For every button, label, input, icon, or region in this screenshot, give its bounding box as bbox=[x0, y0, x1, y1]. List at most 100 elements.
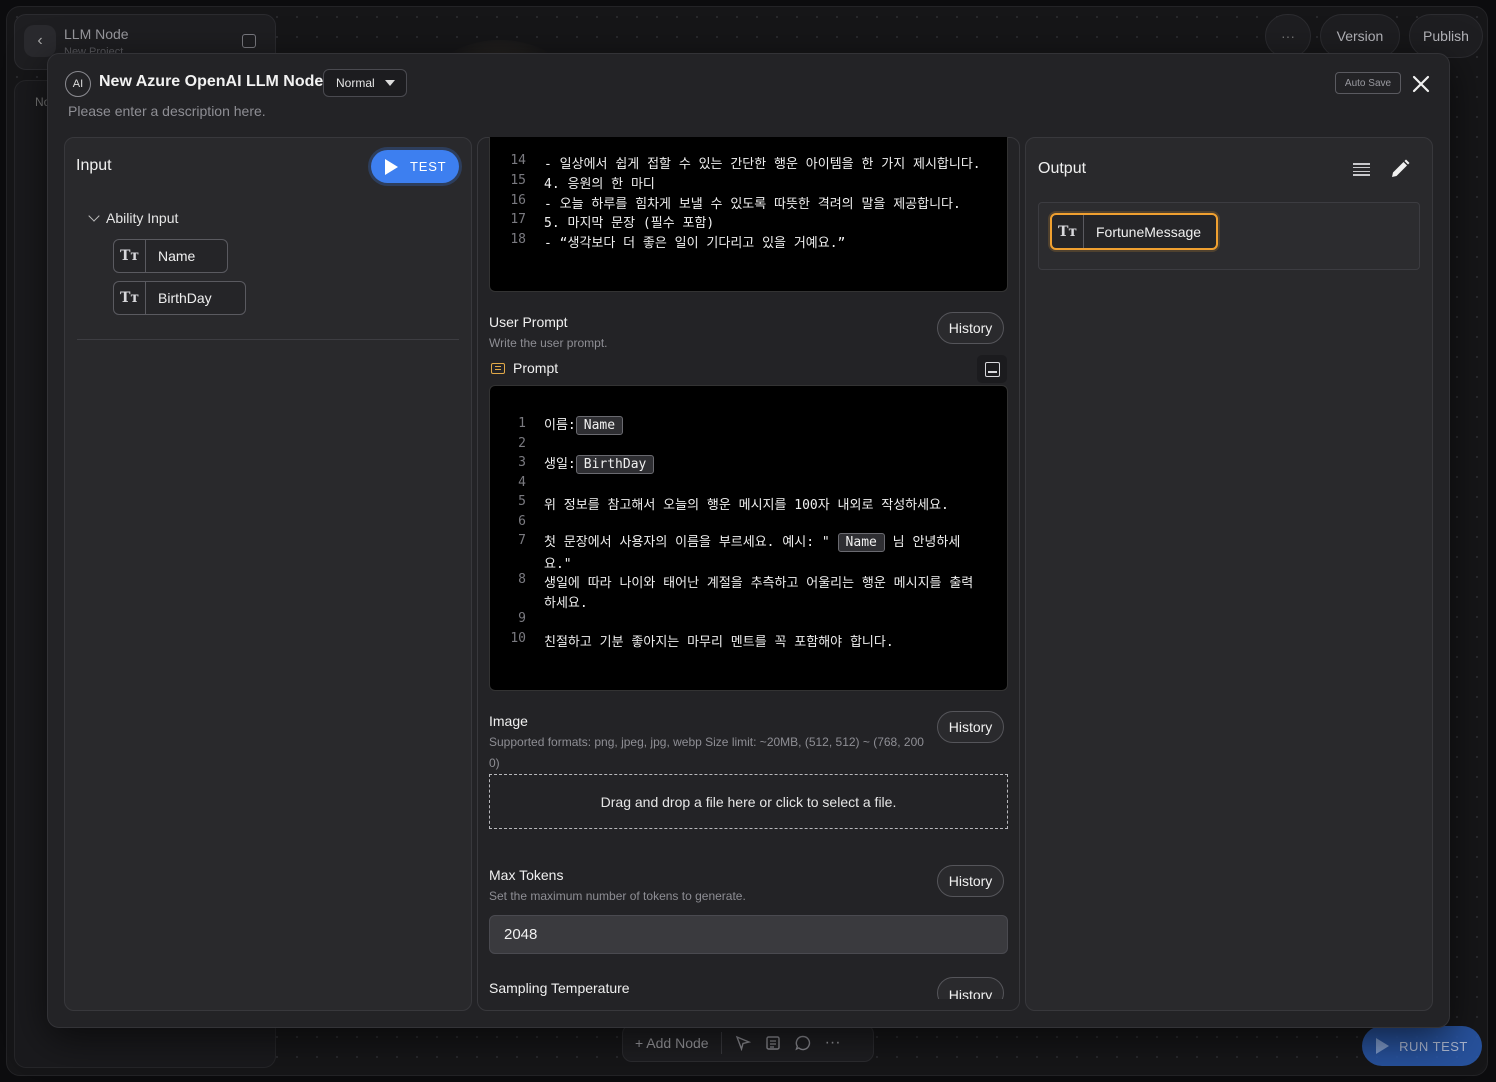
test-label: TEST bbox=[410, 159, 447, 174]
comment-icon[interactable] bbox=[794, 1034, 812, 1052]
line-number: 1 bbox=[518, 416, 526, 431]
text-type-icon: Tт bbox=[114, 240, 146, 272]
variable-chip[interactable]: Name bbox=[837, 533, 885, 552]
line-number: 17 bbox=[510, 212, 526, 227]
input-item-name[interactable]: Tт Name bbox=[113, 239, 228, 273]
code-line: 요." bbox=[544, 557, 572, 572]
run-test-button[interactable]: RUN TEST bbox=[1362, 1026, 1482, 1066]
line-number: 16 bbox=[510, 193, 526, 208]
image-label: Image bbox=[489, 713, 528, 729]
variable-chip[interactable]: Name bbox=[575, 416, 624, 435]
pencil-icon[interactable] bbox=[1389, 158, 1411, 180]
chevron-down-icon bbox=[88, 210, 100, 222]
close-icon[interactable] bbox=[1409, 72, 1433, 96]
node-title: LLM Node bbox=[64, 26, 129, 42]
input-item-label: BirthDay bbox=[158, 290, 212, 306]
line-number: 7 bbox=[518, 533, 526, 548]
line-number: 4 bbox=[518, 475, 526, 490]
line-number: 8 bbox=[518, 572, 526, 587]
output-title: Output bbox=[1038, 160, 1087, 177]
sampling-temperature-label: Sampling Temperature bbox=[489, 980, 630, 996]
auto-save-badge[interactable]: Auto Save bbox=[1335, 72, 1401, 94]
code-line: 생일에 따라 나이와 태어난 계절을 추측하고 어울리는 행운 메시지를 출력 bbox=[544, 576, 974, 591]
modal-title[interactable]: New Azure OpenAI LLM Node bbox=[99, 73, 323, 91]
notes-icon[interactable] bbox=[764, 1034, 782, 1052]
divider bbox=[720, 1032, 722, 1054]
more-icon: ··· bbox=[1281, 28, 1295, 44]
image-hint: 0) bbox=[489, 756, 500, 770]
sampling-history-button[interactable]: History bbox=[937, 977, 1004, 999]
code-line: 친절하고 기분 좋아지는 마무리 멘트를 꼭 포함해야 합니다. bbox=[544, 635, 894, 650]
line-number: 18 bbox=[510, 232, 526, 247]
code-line: 생일: BirthDay bbox=[544, 453, 655, 474]
expand-editor-button[interactable] bbox=[977, 355, 1007, 383]
panel-toggle-icon[interactable] bbox=[242, 34, 256, 48]
input-item-birthday[interactable]: Tт BirthDay bbox=[113, 281, 246, 315]
code-line: 이름: Name bbox=[544, 414, 624, 435]
sampling-history-clip: History bbox=[937, 977, 1004, 999]
code-line: - 오늘 하루를 힘차게 보낼 수 있도록 따뜻한 격려의 말을 제공합니다. bbox=[544, 197, 961, 212]
input-title: Input bbox=[76, 157, 112, 174]
system-prompt-editor[interactable]: 14 - 일상에서 쉽게 접할 수 있는 간단한 행운 아이템을 한 가지 제시… bbox=[489, 137, 1008, 292]
more-icon[interactable]: ··· bbox=[824, 1034, 842, 1052]
output-item-label: FortuneMessage bbox=[1096, 223, 1202, 240]
ability-input-label: Ability Input bbox=[106, 210, 179, 226]
line-number: 15 bbox=[510, 173, 526, 188]
add-node-button[interactable]: + Add Node bbox=[635, 1035, 709, 1051]
image-dropzone[interactable]: Drag and drop a file here or click to se… bbox=[489, 774, 1008, 829]
code-line: 하세요. bbox=[544, 596, 588, 611]
mode-value: Normal bbox=[336, 76, 375, 90]
caret-down-icon bbox=[384, 80, 395, 86]
cursor-icon[interactable] bbox=[734, 1034, 752, 1052]
mode-select[interactable]: Normal bbox=[323, 69, 407, 97]
description-field[interactable]: Please enter a description here. bbox=[68, 103, 266, 119]
user-prompt-history-button[interactable]: History bbox=[937, 312, 1004, 344]
variable-chip[interactable]: BirthDay bbox=[575, 455, 655, 474]
line-number: 2 bbox=[518, 436, 526, 451]
run-test-label: RUN TEST bbox=[1399, 1038, 1468, 1054]
line-number: 5 bbox=[518, 494, 526, 509]
message-icon bbox=[491, 362, 505, 374]
test-button[interactable]: TEST bbox=[371, 150, 459, 183]
text-type-icon: Tт bbox=[114, 282, 146, 314]
text-type-icon: Tт bbox=[1052, 215, 1084, 248]
max-tokens-input[interactable]: 2048 bbox=[489, 915, 1008, 954]
max-tokens-hint: Set the maximum number of tokens to gene… bbox=[489, 889, 746, 903]
prompt-tab[interactable]: Prompt bbox=[491, 360, 558, 376]
user-prompt-label: User Prompt bbox=[489, 314, 568, 330]
publish-button[interactable]: Publish bbox=[1409, 14, 1483, 58]
line-number: 14 bbox=[510, 153, 526, 168]
max-tokens-history-button[interactable]: History bbox=[937, 865, 1004, 897]
play-icon bbox=[1376, 1038, 1390, 1054]
image-history-button[interactable]: History bbox=[937, 711, 1004, 743]
code-line: - “생각보다 더 좋은 일이 기다리고 있을 거예요.” bbox=[544, 236, 846, 251]
ai-badge-icon: AI bbox=[65, 71, 91, 97]
output-item-fortune-message[interactable]: Tт FortuneMessage bbox=[1050, 213, 1218, 250]
line-number: 9 bbox=[518, 611, 526, 626]
line-number: 6 bbox=[518, 514, 526, 529]
ability-input-group[interactable]: Ability Input bbox=[88, 210, 179, 226]
back-button[interactable]: ‹ bbox=[24, 25, 56, 57]
more-options-button[interactable]: ··· bbox=[1265, 14, 1311, 58]
input-item-label: Name bbox=[158, 248, 196, 264]
user-prompt-editor[interactable]: 1 이름: Name 2 3 생일: BirthDay 4 5 위 정보를 참고해서… bbox=[489, 385, 1008, 691]
code-line: - 일상에서 쉽게 접할 수 있는 간단한 행운 아이템을 한 가지 제시합니다… bbox=[544, 157, 981, 172]
line-number: 10 bbox=[510, 631, 526, 646]
bottom-toolbar: + Add Node ··· bbox=[622, 1024, 874, 1062]
code-line: 4. 응원의 한 마디 bbox=[544, 177, 655, 192]
user-prompt-hint: Write the user prompt. bbox=[489, 336, 608, 350]
image-hint: Supported formats: png, jpeg, jpg, webp … bbox=[489, 735, 924, 749]
code-text: 첫 문장에서 사용자의 이름을 부르세요. 예시: " bbox=[544, 535, 838, 550]
divider bbox=[77, 339, 459, 340]
code-line: 5. 마지막 문장 (필수 포함) bbox=[544, 216, 715, 231]
list-icon[interactable] bbox=[1353, 163, 1370, 176]
code-text: 님 안녕하세 bbox=[884, 535, 961, 550]
code-text: 이름: bbox=[544, 418, 576, 433]
chevron-left-icon: ‹ bbox=[37, 32, 43, 49]
line-number: 3 bbox=[518, 455, 526, 470]
code-line: 위 정보를 참고해서 오늘의 행운 메시지를 100자 내외로 작성하세요. bbox=[544, 498, 949, 513]
code-text: 생일: bbox=[544, 457, 576, 472]
play-icon bbox=[385, 158, 398, 175]
version-button[interactable]: Version bbox=[1320, 14, 1400, 58]
prompt-label: Prompt bbox=[513, 360, 559, 376]
